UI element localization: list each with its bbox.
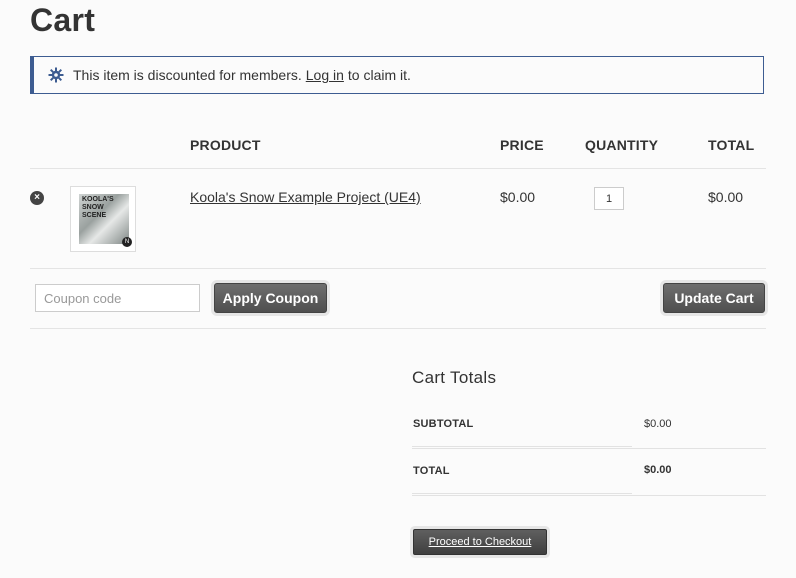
total-label: TOTAL [413, 465, 450, 477]
subtotal-label: SUBTOTAL [413, 418, 474, 430]
divider [30, 168, 766, 169]
update-cart-button[interactable]: Update Cart [663, 283, 765, 313]
logo-icon: N [122, 237, 132, 247]
apply-coupon-button[interactable]: Apply Coupon [214, 283, 327, 313]
product-thumbnail[interactable]: KOOLA'S SNOW SCENE N [70, 186, 136, 252]
header-total: TOTAL [708, 137, 755, 153]
divider [30, 268, 766, 269]
coupon-code-input[interactable] [35, 284, 200, 312]
cart-totals-title: Cart Totals [412, 368, 497, 387]
product-price: $0.00 [500, 189, 536, 205]
member-discount-notice: This item is discounted for members. Log… [30, 56, 764, 94]
divider [412, 448, 766, 449]
gear-icon [48, 67, 64, 83]
product-total: $0.00 [708, 189, 744, 205]
divider [412, 446, 632, 447]
remove-item-icon[interactable]: × [30, 191, 44, 205]
header-quantity: QUANTITY [585, 137, 659, 153]
notice-text-after: to claim it. [347, 67, 411, 83]
notice-text: This item is discounted for members. [73, 67, 302, 83]
subtotal-value: $0.00 [644, 418, 672, 430]
total-value: $0.00 [644, 464, 672, 476]
header-price: PRICE [500, 137, 544, 153]
product-link[interactable]: Koola's Snow Example Project (UE4) [190, 189, 421, 205]
divider [412, 493, 632, 494]
divider [30, 328, 766, 329]
login-link[interactable]: Log in [306, 67, 344, 83]
proceed-to-checkout-button[interactable]: Proceed to Checkout [413, 529, 547, 555]
quantity-input[interactable] [594, 187, 624, 210]
page-title: Cart [30, 2, 96, 38]
thumbnail-image: KOOLA'S SNOW SCENE [79, 194, 129, 244]
divider [412, 495, 766, 496]
header-product: PRODUCT [190, 137, 261, 153]
